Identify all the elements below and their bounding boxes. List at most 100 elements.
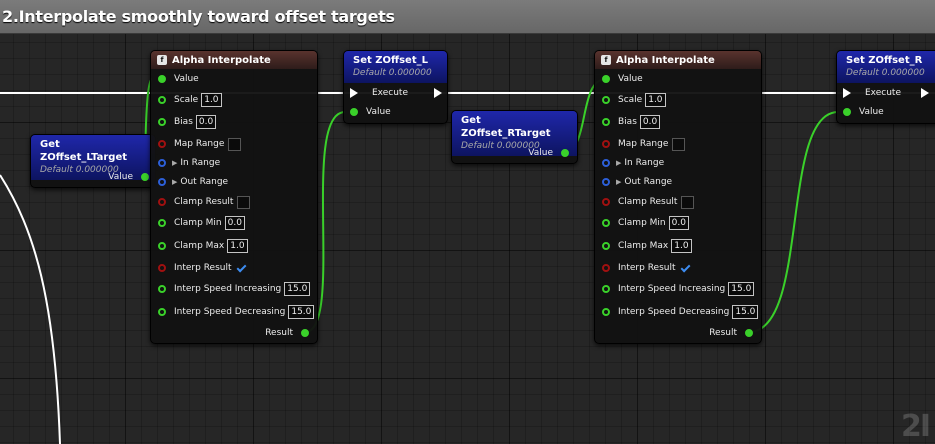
clamp-max-field[interactable]: 1.0 xyxy=(227,239,248,253)
clamp-min-field[interactable]: 0.0 xyxy=(668,216,689,230)
map-range-pin[interactable] xyxy=(602,140,610,148)
clamp-result-checkbox[interactable] xyxy=(237,195,251,209)
speed-dec-field[interactable]: 15.0 xyxy=(288,305,315,319)
expand-arrow-icon[interactable]: ▶ xyxy=(172,178,177,186)
clamp-result-pin[interactable] xyxy=(602,198,610,206)
speed-inc-pin[interactable] xyxy=(158,285,166,293)
pin-label: Out Range xyxy=(180,177,229,187)
pin-label: Value xyxy=(859,107,884,117)
scale-input-pin[interactable] xyxy=(602,96,610,104)
wire-layer xyxy=(0,78,935,444)
in-range-row: ▶ In Range xyxy=(158,155,220,171)
pin-label: Interp Speed Increasing xyxy=(618,284,726,294)
clamp-result-row: Clamp Result xyxy=(158,194,251,210)
scale-input-pin[interactable] xyxy=(158,96,166,104)
node-title: Get ZOffset_RTarget xyxy=(461,115,551,139)
bias-field[interactable]: 0.0 xyxy=(639,115,661,129)
value-input-pin[interactable] xyxy=(350,108,358,116)
speed-inc-field[interactable]: 15.0 xyxy=(728,282,755,296)
speed-dec-pin[interactable] xyxy=(158,308,166,316)
pin-label: Clamp Result xyxy=(618,197,678,207)
value-input-row: Value xyxy=(350,104,391,120)
value-output-pin[interactable] xyxy=(561,149,569,157)
clamp-max-pin[interactable] xyxy=(602,242,610,250)
speed-inc-row: Interp Speed Increasing 15.0 xyxy=(602,281,755,297)
expand-arrow-icon[interactable]: ▶ xyxy=(616,159,621,167)
interp-result-checkbox[interactable] xyxy=(680,263,691,274)
node-header: Set ZOffset_L Default 0.000000 xyxy=(344,51,447,83)
speed-inc-field[interactable]: 15.0 xyxy=(284,282,311,296)
speed-dec-row: Interp Speed Decreasing 15.0 xyxy=(602,304,759,320)
value-output-row: Value xyxy=(528,145,569,161)
clamp-min-pin[interactable] xyxy=(158,219,166,227)
pin-label: In Range xyxy=(180,158,221,168)
exec-input-pin[interactable] xyxy=(843,88,851,98)
alpha-interpolate-node-right[interactable]: f Alpha Interpolate Value Scale 1.0 Bias 0.… xyxy=(594,50,762,344)
pin-label: Interp Speed Increasing xyxy=(174,284,282,294)
out-range-pin[interactable] xyxy=(158,178,166,186)
node-title: Set ZOffset_R xyxy=(846,55,923,66)
map-range-checkbox[interactable] xyxy=(228,137,242,151)
get-zoffset-rtarget-node[interactable]: Get ZOffset_RTarget Default 0.000000 Val… xyxy=(451,110,578,164)
result-output-pin[interactable] xyxy=(745,329,753,337)
speed-dec-pin[interactable] xyxy=(602,308,610,316)
pin-label: Value xyxy=(174,74,199,84)
exec-output-pin[interactable] xyxy=(921,88,929,98)
in-range-pin[interactable] xyxy=(602,159,610,167)
set-zoffset-r-node[interactable]: Set ZOffset_R Default 0.000000 Execute V… xyxy=(836,50,935,124)
speed-dec-field[interactable]: 15.0 xyxy=(732,305,759,319)
out-range-pin[interactable] xyxy=(602,178,610,186)
execute-input-row: Execute xyxy=(350,85,408,101)
exec-output-pin[interactable] xyxy=(434,88,442,98)
clamp-result-pin[interactable] xyxy=(158,198,166,206)
pin-label: Result xyxy=(265,328,293,338)
result-output-row: Result xyxy=(265,325,309,341)
set-zoffset-l-node[interactable]: Set ZOffset_L Default 0.000000 Execute V… xyxy=(343,50,448,124)
interp-result-checkbox[interactable] xyxy=(236,263,247,274)
execute-output-row xyxy=(434,85,442,101)
result-output-pin[interactable] xyxy=(301,329,309,337)
map-range-checkbox[interactable] xyxy=(672,137,686,151)
clamp-result-checkbox[interactable] xyxy=(681,195,695,209)
pin-label: Execute xyxy=(865,88,901,98)
pin-label: Interp Result xyxy=(618,263,676,273)
expand-arrow-icon[interactable]: ▶ xyxy=(616,178,621,186)
clamp-max-pin[interactable] xyxy=(158,242,166,250)
value-input-pin[interactable] xyxy=(843,108,851,116)
clamp-max-field[interactable]: 1.0 xyxy=(671,239,692,253)
pin-label: Value xyxy=(528,148,553,158)
speed-inc-pin[interactable] xyxy=(602,285,610,293)
get-zoffset-ltarget-node[interactable]: Get ZOffset_LTarget Default 0.000000 Val… xyxy=(30,134,156,188)
expand-arrow-icon[interactable]: ▶ xyxy=(172,159,177,167)
value-output-pin[interactable] xyxy=(141,173,149,181)
clamp-min-field[interactable]: 0.0 xyxy=(224,216,245,230)
value-input-pin[interactable] xyxy=(602,75,610,83)
value-input-pin[interactable] xyxy=(158,75,166,83)
in-range-pin[interactable] xyxy=(158,159,166,167)
out-range-row: ▶ Out Range xyxy=(602,174,672,190)
bias-field[interactable]: 0.0 xyxy=(195,115,217,129)
pin-label: Scale xyxy=(174,95,199,105)
interp-result-row: Interp Result xyxy=(158,260,247,276)
bias-input-pin[interactable] xyxy=(158,118,166,126)
exec-input-pin[interactable] xyxy=(350,88,358,98)
pin-label: Bias xyxy=(618,117,637,127)
scale-field[interactable]: 1.0 xyxy=(201,93,222,107)
value-input-row: Value xyxy=(158,71,199,87)
map-range-pin[interactable] xyxy=(158,140,166,148)
alpha-interpolate-node-left[interactable]: f Alpha Interpolate Value Scale 1.0 Bias 0.… xyxy=(150,50,318,344)
bias-input-pin[interactable] xyxy=(602,118,610,126)
interp-result-pin[interactable] xyxy=(602,264,610,272)
scale-input-row: Scale 1.0 xyxy=(158,92,222,108)
execute-input-row: Execute xyxy=(843,85,901,101)
map-range-row: Map Range xyxy=(602,136,686,152)
node-header: Set ZOffset_R Default 0.000000 xyxy=(837,51,935,83)
scale-field[interactable]: 1.0 xyxy=(645,93,666,107)
pin-label: Clamp Min xyxy=(618,218,666,228)
watermark: 2I xyxy=(900,409,931,444)
pin-label: Value xyxy=(618,74,643,84)
out-range-row: ▶ Out Range xyxy=(158,174,228,190)
interp-result-pin[interactable] xyxy=(158,264,166,272)
bias-input-row: Bias 0.0 xyxy=(602,114,661,130)
clamp-min-pin[interactable] xyxy=(602,219,610,227)
